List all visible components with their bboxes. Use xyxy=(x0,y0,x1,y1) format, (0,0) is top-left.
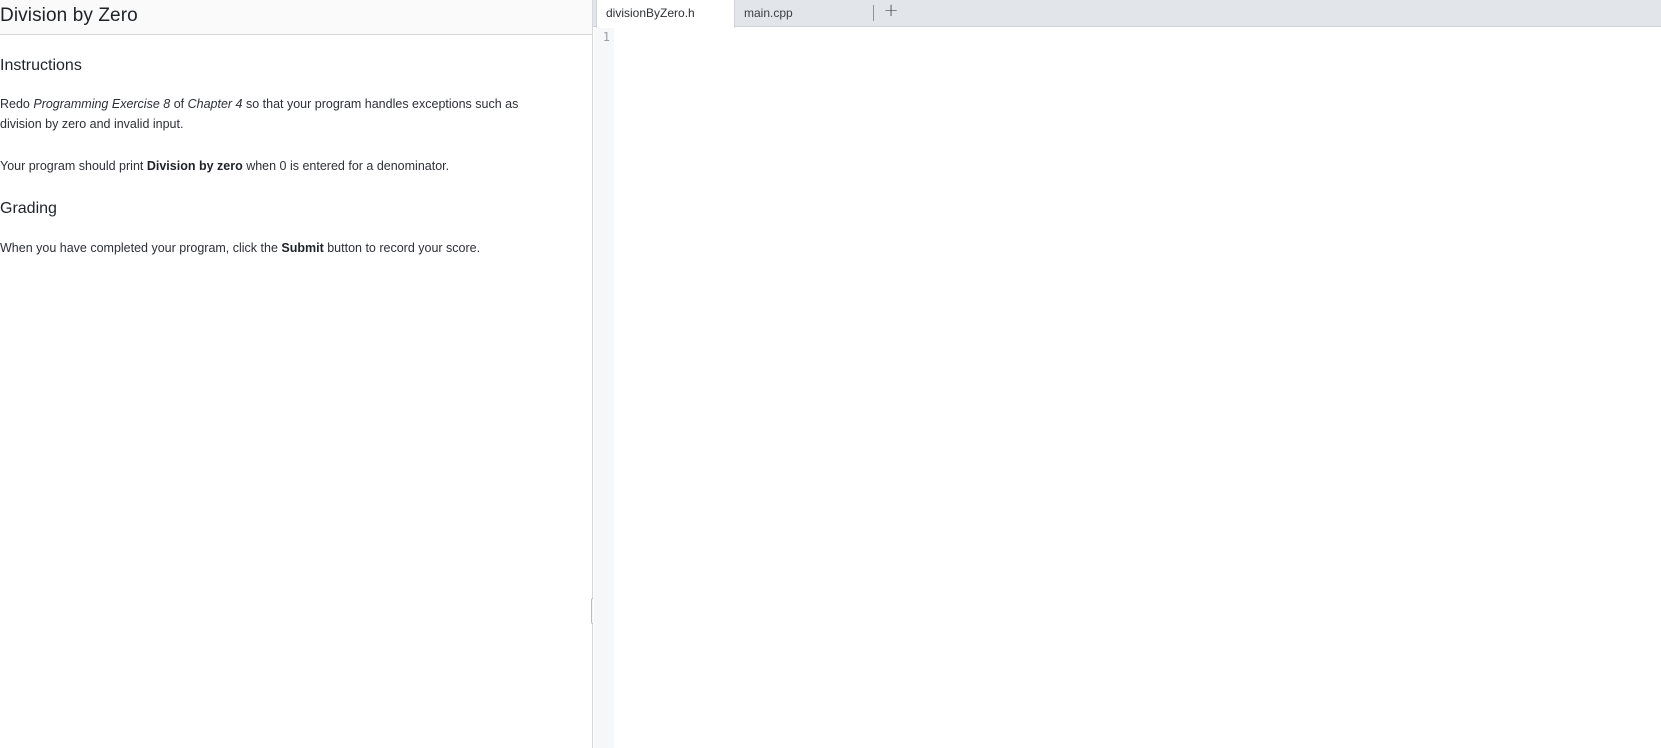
tab-divisionbyzero-h[interactable]: divisionByZero.h xyxy=(596,0,735,28)
p2-strong-output: Division by zero xyxy=(146,159,243,173)
instructions-pane: Division by Zero Instructions Redo Progr… xyxy=(0,0,596,748)
grading-paragraph: When you have completed your program, cl… xyxy=(0,238,560,258)
grading-heading: Grading xyxy=(0,200,57,217)
instructions-paragraph-2: Your program should print Division by ze… xyxy=(0,156,560,176)
tab-main-cpp[interactable]: main.cpp xyxy=(735,0,867,27)
code-editor-area[interactable] xyxy=(614,28,1661,748)
p3-strong-submit: Submit xyxy=(281,241,324,255)
editor-tab-bar: divisionByZero.h main.cpp + xyxy=(593,0,1661,28)
p3-text-1: When you have completed your program, cl… xyxy=(0,241,282,255)
editor-pane: divisionByZero.h main.cpp + 1 xyxy=(593,0,1661,748)
p1-text-1: Redo xyxy=(0,97,34,111)
p1-text-2: of xyxy=(170,97,188,111)
instructions-paragraph-1: Redo Programming Exercise 8 of Chapter 4… xyxy=(0,94,560,134)
p1-emphasis-exercise: Programming Exercise 8 xyxy=(33,97,171,111)
p2-text-2: when 0 is entered for a denominator. xyxy=(242,159,450,173)
line-number-gutter: 1 xyxy=(594,28,614,748)
plus-icon[interactable]: + xyxy=(882,0,900,24)
line-number: 1 xyxy=(602,30,610,44)
p2-text-1: Your program should print xyxy=(0,159,147,173)
app-window: Division by Zero Instructions Redo Progr… xyxy=(0,0,1661,748)
tab-separator xyxy=(873,5,874,21)
instructions-heading: Instructions xyxy=(0,57,82,74)
p1-emphasis-chapter: Chapter 4 xyxy=(187,97,243,111)
instructions-header: Division by Zero xyxy=(0,0,592,35)
page-title: Division by Zero xyxy=(0,5,138,26)
p3-text-2: button to record your score. xyxy=(323,241,481,255)
